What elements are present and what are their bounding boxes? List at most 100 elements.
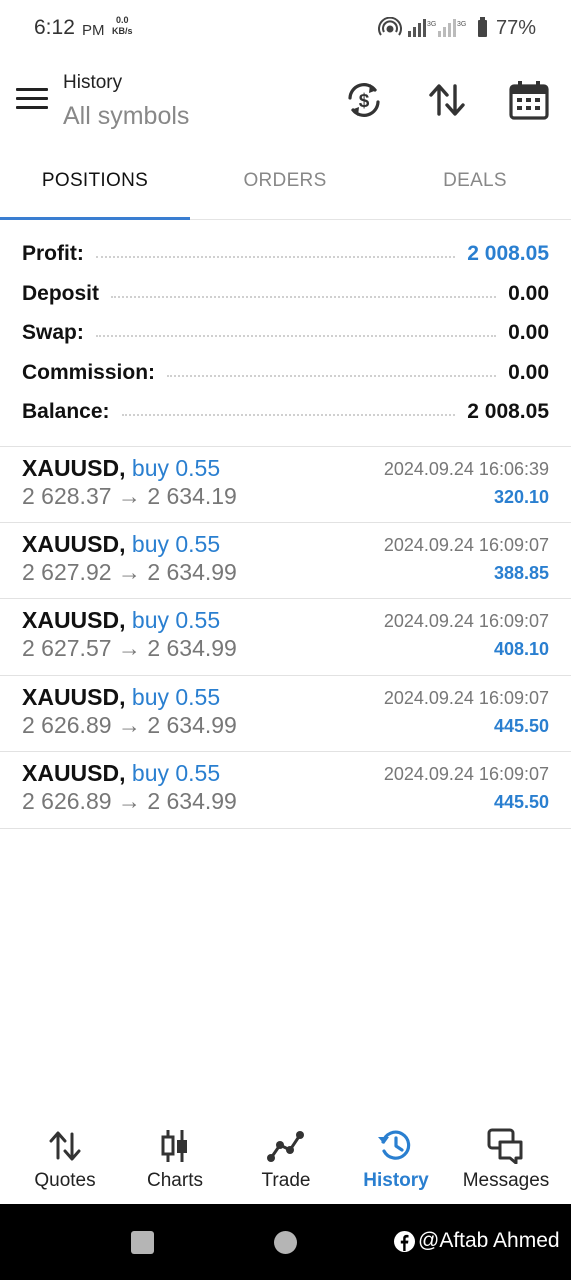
recents-button[interactable] xyxy=(131,1231,154,1254)
page-title: History xyxy=(63,72,123,93)
close-price: 2 634.99 xyxy=(147,559,237,585)
position-time: 2024.09.24 16:06:39 xyxy=(383,459,549,479)
summary-balance: Balance: 2 008.05 xyxy=(22,397,549,427)
network-speed-unit: KB/s xyxy=(112,26,133,36)
position-side: buy 0.55 xyxy=(131,684,221,710)
nav-label: Messages xyxy=(462,1170,550,1191)
network-speed-value: 0.0 xyxy=(116,15,129,25)
watermark: @Aftab Ahmed xyxy=(394,1229,560,1253)
tab-positions[interactable]: POSITIONS xyxy=(0,170,190,200)
commission-label: Commission: xyxy=(22,361,156,384)
position-profit: 445.50 xyxy=(493,792,549,812)
facebook-icon xyxy=(394,1230,415,1252)
status-time: 6:12 xyxy=(34,16,75,39)
close-price: 2 634.19 xyxy=(147,483,237,509)
menu-icon[interactable] xyxy=(16,88,48,114)
position-symbol: XAUUSD, xyxy=(22,607,126,633)
tab-orders[interactable]: ORDERS xyxy=(190,170,380,200)
messages-icon xyxy=(487,1128,523,1164)
status-icons: 3G 3G xyxy=(378,17,487,37)
deposit-label: Deposit xyxy=(22,282,100,305)
summary-deposit: Deposit 0.00 xyxy=(22,279,549,309)
symbol-filter[interactable]: All symbols xyxy=(63,102,189,131)
position-profit: 320.10 xyxy=(493,487,549,507)
open-price: 2 627.92 xyxy=(22,559,112,585)
summary-profit: Profit: 2 008.05 xyxy=(22,239,549,269)
active-tab-indicator xyxy=(0,217,190,220)
network-label-2: 3G xyxy=(457,21,466,28)
position-side: buy 0.55 xyxy=(131,531,221,557)
battery-percent: 77% xyxy=(496,17,537,39)
home-button[interactable] xyxy=(274,1231,297,1254)
position-symbol: XAUUSD, xyxy=(22,760,126,786)
status-ampm: PM xyxy=(82,22,105,39)
nav-messages[interactable]: Messages xyxy=(450,1128,562,1198)
price-arrow: → xyxy=(117,788,141,814)
open-price: 2 627.57 xyxy=(22,635,112,661)
commission-value: 0.00 xyxy=(508,361,549,384)
network-speed: 0.0 KB/s xyxy=(112,15,133,37)
nav-label: Quotes xyxy=(34,1170,96,1191)
profit-value: 2 008.05 xyxy=(467,242,549,265)
position-row[interactable]: XAUUSD, buy 0.55 2 627.57 → 2 634.99 202… xyxy=(0,599,571,675)
hotspot-icon xyxy=(378,17,402,36)
nav-label: Trade xyxy=(261,1170,311,1191)
profit-label: Profit: xyxy=(22,242,84,265)
nav-quotes[interactable]: Quotes xyxy=(9,1128,121,1198)
balance-value: 2 008.05 xyxy=(467,400,549,423)
position-row[interactable]: XAUUSD, buy 0.55 2 627.92 → 2 634.99 202… xyxy=(0,523,571,599)
open-price: 2 626.89 xyxy=(22,788,112,814)
nav-label: Charts xyxy=(147,1170,203,1191)
position-time: 2024.09.24 16:09:07 xyxy=(383,611,549,631)
summary-swap: Swap: 0.00 xyxy=(22,318,549,348)
nav-history[interactable]: History xyxy=(340,1128,452,1198)
price-arrow: → xyxy=(117,559,141,585)
position-symbol: XAUUSD, xyxy=(22,455,126,481)
charts-icon xyxy=(161,1130,187,1162)
price-arrow: → xyxy=(117,712,141,738)
open-price: 2 626.89 xyxy=(22,712,112,738)
position-time: 2024.09.24 16:09:07 xyxy=(383,535,549,555)
signal-icon-1 xyxy=(408,19,426,37)
summary-commission: Commission: 0.00 xyxy=(22,358,549,388)
position-profit: 388.85 xyxy=(493,563,549,583)
position-profit: 408.10 xyxy=(493,639,549,659)
position-time: 2024.09.24 16:09:07 xyxy=(383,764,549,784)
position-side: buy 0.55 xyxy=(131,760,221,786)
position-side: buy 0.55 xyxy=(131,455,221,481)
divider xyxy=(0,828,571,829)
swap-value: 0.00 xyxy=(508,321,549,344)
nav-trade[interactable]: Trade xyxy=(230,1128,342,1198)
battery-icon xyxy=(478,17,487,37)
position-symbol: XAUUSD, xyxy=(22,531,126,557)
trade-icon xyxy=(267,1131,304,1162)
deposit-value: 0.00 xyxy=(508,282,549,305)
history-icon xyxy=(378,1130,411,1160)
close-price: 2 634.99 xyxy=(147,712,237,738)
close-price: 2 634.99 xyxy=(147,635,237,661)
position-row[interactable]: XAUUSD, buy 0.55 2 626.89 → 2 634.99 202… xyxy=(0,676,571,752)
calendar-icon[interactable] xyxy=(507,78,551,122)
svg-text:$: $ xyxy=(359,91,370,112)
position-row[interactable]: XAUUSD, buy 0.55 2 628.37 → 2 634.19 202… xyxy=(0,447,571,523)
balance-label: Balance: xyxy=(22,400,110,423)
nav-label: History xyxy=(363,1170,429,1191)
position-symbol: XAUUSD, xyxy=(22,684,126,710)
quotes-icon xyxy=(49,1131,81,1161)
position-profit: 445.50 xyxy=(493,716,549,736)
nav-charts[interactable]: Charts xyxy=(119,1128,231,1198)
tab-deals[interactable]: DEALS xyxy=(380,170,570,200)
price-arrow: → xyxy=(117,635,141,661)
open-price: 2 628.37 xyxy=(22,483,112,509)
signal-icon-2 xyxy=(438,19,456,37)
sort-icon[interactable] xyxy=(425,78,469,122)
currency-sync-icon[interactable]: $ xyxy=(342,78,386,122)
position-time: 2024.09.24 16:09:07 xyxy=(383,688,549,708)
watermark-text: @Aftab Ahmed xyxy=(418,1229,560,1252)
swap-label: Swap: xyxy=(22,321,84,344)
position-row[interactable]: XAUUSD, buy 0.55 2 626.89 → 2 634.99 202… xyxy=(0,752,571,828)
network-label-1: 3G xyxy=(427,21,436,28)
price-arrow: → xyxy=(117,483,141,509)
close-price: 2 634.99 xyxy=(147,788,237,814)
position-side: buy 0.55 xyxy=(131,607,221,633)
